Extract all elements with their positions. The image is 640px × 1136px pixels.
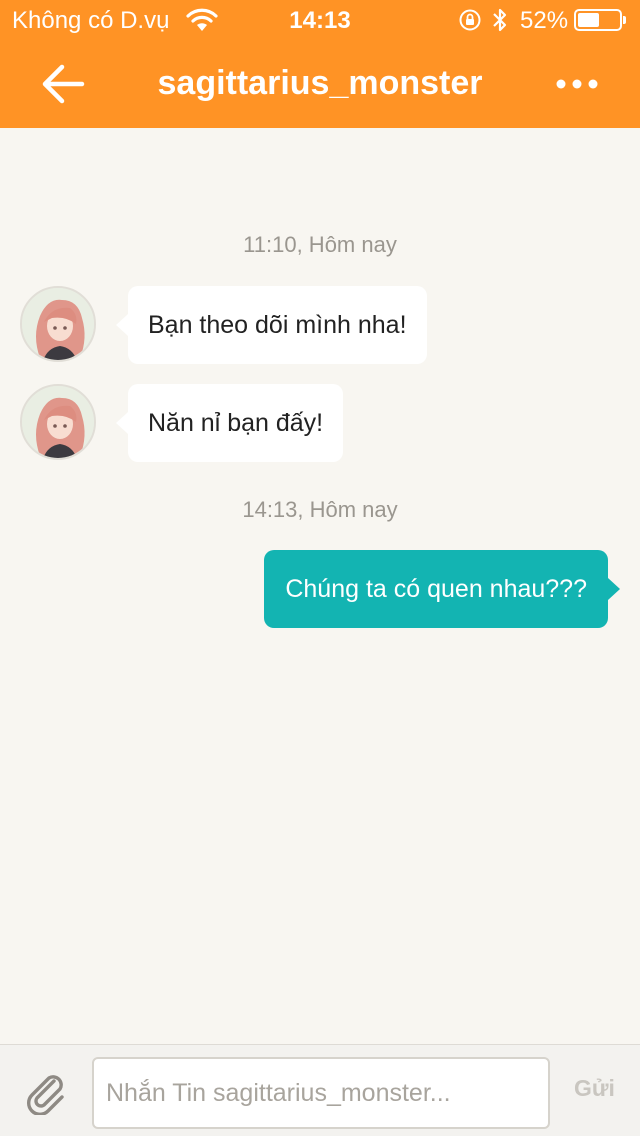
arrow-left-icon[interactable]: [38, 62, 88, 106]
battery-fill: [578, 13, 599, 27]
message-composer: Gửi: [0, 1044, 640, 1136]
paperclip-icon[interactable]: [24, 1071, 68, 1115]
avatar[interactable]: [20, 384, 96, 460]
battery-icon: [574, 9, 626, 31]
header-bar: Không có D.vụ 14:13 52% sagittarius_mons…: [0, 0, 640, 128]
incoming-message[interactable]: Năn nỉ bạn đấy!: [115, 384, 344, 462]
more-dots-icon[interactable]: [552, 72, 602, 96]
avatar-image: [22, 386, 94, 458]
bluetooth-icon: [493, 8, 507, 32]
status-bar: Không có D.vụ 14:13 52%: [0, 0, 640, 40]
send-button[interactable]: Gửi: [574, 1075, 615, 1102]
chat-screen: Không có D.vụ 14:13 52% sagittarius_mons…: [0, 0, 640, 1136]
battery-percent: 52%: [520, 7, 569, 34]
message-timestamp: 14:13, Hôm nay: [242, 497, 398, 522]
avatar-image: [22, 288, 94, 360]
page-title: sagittarius_monster: [157, 64, 483, 102]
outgoing-message[interactable]: Chúng ta có quen nhau???: [264, 550, 620, 628]
avatar[interactable]: [20, 286, 96, 362]
battery-nub: [623, 16, 626, 24]
message-input[interactable]: [92, 1057, 550, 1129]
rotation-lock-icon: [459, 9, 481, 31]
incoming-message[interactable]: Bạn theo dõi mình nha!: [116, 286, 427, 364]
message-timestamp: 11:10, Hôm nay: [243, 232, 397, 257]
